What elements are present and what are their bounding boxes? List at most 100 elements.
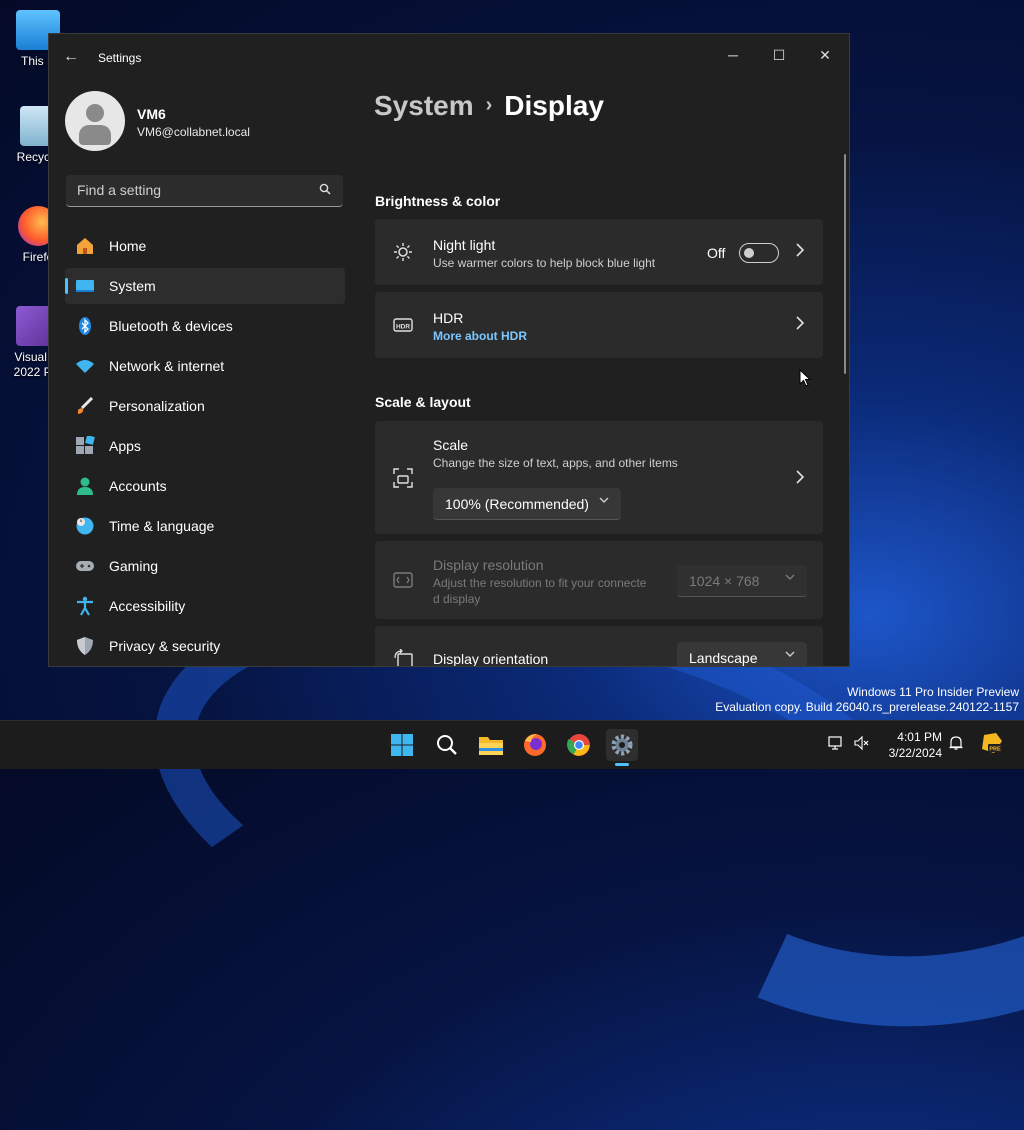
chevron-right-icon <box>795 243 805 260</box>
breadcrumb: System › Display <box>374 90 604 122</box>
clock-date: 3/22/2024 <box>888 746 942 760</box>
hdr-icon: HDR <box>393 315 413 335</box>
sidebar-item-label: System <box>109 278 156 294</box>
notification-bell-icon[interactable] <box>948 735 964 754</box>
orientation-dropdown[interactable]: Landscape <box>677 642 807 666</box>
scale-subtitle: Change the size of text, apps, and other… <box>433 456 678 470</box>
more-about-hdr-link[interactable]: More about HDR <box>433 329 527 343</box>
display-resolution-subtitle-2: d display <box>433 592 481 606</box>
profile-email: VM6@collabnet.local <box>137 125 250 139</box>
title-bar[interactable]: ← Settings ─ ☐ ✕ <box>49 34 849 80</box>
firefox-icon <box>524 734 546 756</box>
taskbar-chrome[interactable] <box>563 729 595 761</box>
sidebar-item-label: Apps <box>109 438 141 454</box>
volume-muted-icon[interactable] <box>854 735 870 754</box>
scale-dropdown[interactable]: 100% (Recommended) <box>433 488 621 520</box>
orientation-icon <box>393 648 413 666</box>
active-app-indicator <box>615 763 629 766</box>
watermark-line-1: Windows 11 Pro Insider Preview <box>847 685 1019 699</box>
breadcrumb-parent[interactable]: System <box>374 90 474 121</box>
file-explorer-icon <box>479 737 503 755</box>
search-input[interactable] <box>75 181 309 199</box>
sidebar-item-privacy[interactable]: Privacy & security <box>65 628 345 664</box>
system-icon <box>75 276 95 296</box>
sidebar-item-apps[interactable]: Apps <box>65 428 345 464</box>
build-watermark: Windows 11 Pro Insider Preview Evaluatio… <box>715 685 1019 715</box>
person-icon <box>75 476 95 496</box>
toggle-knob <box>744 248 754 258</box>
network-icon[interactable] <box>828 735 844 754</box>
night-light-toggle[interactable] <box>739 243 779 263</box>
search-box[interactable] <box>66 175 343 207</box>
gamepad-icon <box>75 556 95 576</box>
display-orientation-card[interactable]: Display orientation Landscape <box>375 626 823 666</box>
chrome-icon <box>567 734 590 756</box>
shield-icon <box>75 636 95 656</box>
breadcrumb-separator: › <box>485 94 493 116</box>
maximize-button[interactable]: ☐ <box>763 42 795 68</box>
avatar-head <box>86 104 104 122</box>
sidebar-nav: Home System Bluetooth & devices Network … <box>65 228 345 666</box>
profile-name: VM6 <box>137 106 166 122</box>
chevron-down-icon <box>785 650 795 661</box>
start-button[interactable] <box>386 729 418 761</box>
orientation-dropdown-value: Landscape <box>689 650 758 666</box>
close-button[interactable]: ✕ <box>809 42 841 68</box>
minimize-button[interactable]: ─ <box>717 42 749 68</box>
display-resolution-card: Display resolution Adjust the resolution… <box>375 541 823 619</box>
page-title: Display <box>504 90 604 121</box>
chevron-down-icon <box>785 573 795 584</box>
sidebar-item-label: Accounts <box>109 478 167 494</box>
chevron-right-icon <box>795 470 805 487</box>
taskbar-firefox[interactable] <box>519 729 551 761</box>
settings-window: ← Settings ─ ☐ ✕ VM6 VM6@collabnet.local… <box>48 33 850 667</box>
chevron-right-icon <box>795 316 805 333</box>
sidebar-item-personalization[interactable]: Personalization <box>65 388 345 424</box>
sidebar-item-network[interactable]: Network & internet <box>65 348 345 384</box>
avatar[interactable] <box>65 91 125 151</box>
sidebar-item-label: Personalization <box>109 398 205 414</box>
sidebar-item-accessibility[interactable]: Accessibility <box>65 588 345 624</box>
taskbar-clock[interactable]: 4:01 PM 3/22/2024 <box>880 729 942 761</box>
bluetooth-icon <box>75 316 95 336</box>
insider-preview-badge-icon[interactable]: PRE <box>980 731 1004 758</box>
window-title: Settings <box>98 51 142 65</box>
sidebar-item-bluetooth[interactable]: Bluetooth & devices <box>65 308 345 344</box>
search-icon[interactable] <box>319 183 331 198</box>
globe-clock-icon <box>75 516 95 536</box>
scale-icon <box>393 468 413 488</box>
scale-title: Scale <box>433 437 469 453</box>
home-icon <box>75 236 95 256</box>
apps-icon <box>75 436 95 456</box>
sidebar-item-label: Network & internet <box>109 358 225 374</box>
svg-text:HDR: HDR <box>396 324 410 331</box>
section-title-scale-layout: Scale & layout <box>375 394 471 410</box>
night-light-state: Off <box>707 245 726 261</box>
sidebar-item-label: Privacy & security <box>109 638 221 654</box>
scale-dropdown-value: 100% (Recommended) <box>445 496 589 512</box>
content-scrollbar[interactable] <box>844 154 846 374</box>
sidebar-item-gaming[interactable]: Gaming <box>65 548 345 584</box>
hdr-title: HDR <box>433 310 464 326</box>
mouse-cursor-icon <box>799 368 812 392</box>
clock-time: 4:01 PM <box>897 730 942 744</box>
taskbar-search-button[interactable] <box>431 729 463 761</box>
sidebar-item-system[interactable]: System <box>65 268 345 304</box>
sidebar-item-time-language[interactable]: Time & language <box>65 508 345 544</box>
night-light-card[interactable]: Night light Use warmer colors to help bl… <box>375 219 823 285</box>
back-arrow-icon[interactable]: ← <box>63 48 79 66</box>
taskbar-file-explorer[interactable] <box>475 729 507 761</box>
sidebar-item-accounts[interactable]: Accounts <box>65 468 345 504</box>
scale-card[interactable]: Scale Change the size of text, apps, and… <box>375 421 823 534</box>
display-resolution-subtitle-1: Adjust the resolution to fit your connec… <box>433 576 647 590</box>
section-title-brightness: Brightness & color <box>375 193 501 209</box>
sidebar-item-home[interactable]: Home <box>65 228 345 264</box>
settings-icon <box>611 734 633 756</box>
sidebar-item-label: Accessibility <box>109 598 186 614</box>
brightness-icon <box>393 242 413 262</box>
night-light-title: Night light <box>433 237 496 253</box>
sidebar-item-label: Bluetooth & devices <box>109 318 233 334</box>
taskbar-settings[interactable] <box>606 729 638 761</box>
taskbar: 4:01 PM 3/22/2024 PRE <box>0 720 1024 769</box>
hdr-card[interactable]: HDR HDR More about HDR <box>375 292 823 358</box>
